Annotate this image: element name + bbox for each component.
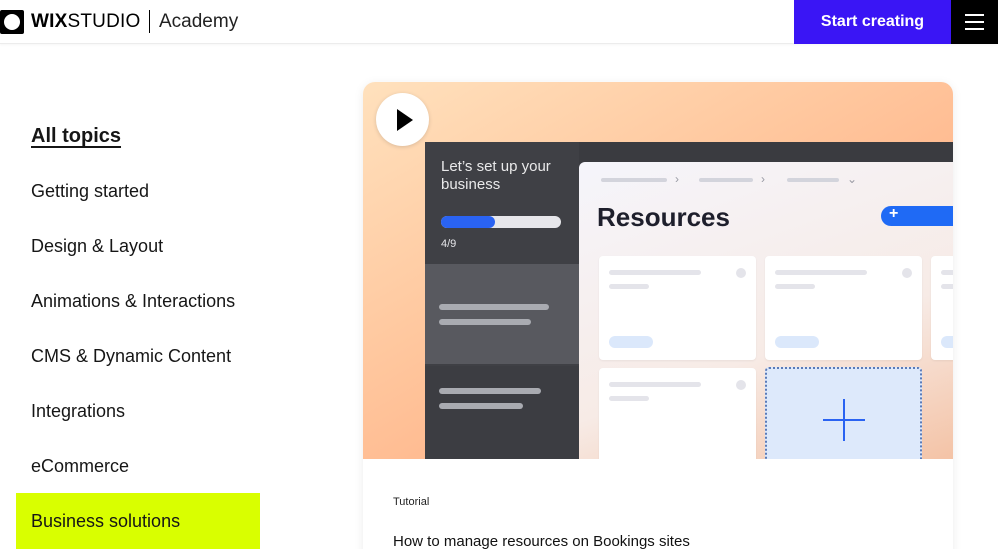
thumbnail-resources-panel: › › ⌄ Resources [579, 162, 953, 459]
brand-studio: STUDIO [67, 11, 141, 32]
tutorial-card[interactable]: Let’s set up your business 4/9 › › ⌄ Res… [363, 82, 953, 549]
progress-fill [441, 216, 495, 228]
onboarding-step: 4/9 [441, 238, 457, 250]
resource-tile [599, 368, 756, 459]
menu-line [965, 14, 984, 16]
menu-line [965, 28, 984, 30]
placeholder-line [439, 304, 549, 310]
sidebar-item-getting-started[interactable]: Getting started [31, 180, 149, 202]
add-resource-pill [881, 205, 953, 226]
sidebar-item-design-layout[interactable]: Design & Layout [31, 235, 163, 257]
play-icon[interactable] [376, 93, 429, 146]
logo-icon[interactable] [0, 10, 24, 34]
brand-divider [149, 10, 150, 33]
chevron-down-icon: ⌄ [847, 172, 858, 186]
onboarding-row [425, 366, 579, 459]
chevron-right-icon: › [761, 172, 765, 186]
academy-link[interactable]: Academy [159, 11, 238, 33]
resource-tile [599, 256, 756, 360]
placeholder-line [439, 388, 541, 394]
card-title[interactable]: How to manage resources on Bookings site… [393, 533, 690, 549]
plus-icon [765, 367, 922, 459]
start-creating-button[interactable]: Start creating [794, 0, 951, 44]
chevron-right-icon: › [675, 172, 679, 186]
sidebar-item-animations-interactions[interactable]: Animations & Interactions [31, 290, 235, 312]
breadcrumb-placeholder [699, 178, 753, 182]
sidebar-item-all-topics[interactable]: All topics [31, 125, 121, 147]
site-header: WIXSTUDIO Academy Start creating [0, 0, 998, 44]
video-thumbnail[interactable]: Let’s set up your business 4/9 › › ⌄ Res… [363, 82, 953, 459]
onboarding-progress-bar [441, 216, 561, 228]
sidebar-item-cms-dynamic-content[interactable]: CMS & Dynamic Content [31, 345, 231, 367]
onboarding-question: Let’s set up your business [441, 158, 551, 193]
menu-icon[interactable] [951, 0, 998, 44]
breadcrumb-placeholder [787, 178, 839, 182]
onboarding-row [425, 264, 579, 364]
brand-logo[interactable]: WIXSTUDIO [31, 11, 140, 33]
resource-tile [765, 256, 922, 360]
sidebar-item-integrations[interactable]: Integrations [31, 400, 125, 422]
sidebar-item-ecommerce[interactable]: eCommerce [31, 455, 129, 477]
sidebar-item-business-solutions[interactable]: Business solutions [31, 510, 180, 532]
card-category-label: Tutorial [393, 496, 430, 508]
placeholder-line [439, 319, 531, 325]
breadcrumb-placeholder [601, 178, 667, 182]
resource-tile [931, 256, 953, 360]
menu-line [965, 21, 984, 23]
placeholder-line [439, 403, 523, 409]
brand-wix: WIX [31, 11, 68, 32]
thumbnail-onboarding-sidebar: Let’s set up your business 4/9 [425, 142, 579, 459]
resources-title: Resources [597, 202, 730, 232]
